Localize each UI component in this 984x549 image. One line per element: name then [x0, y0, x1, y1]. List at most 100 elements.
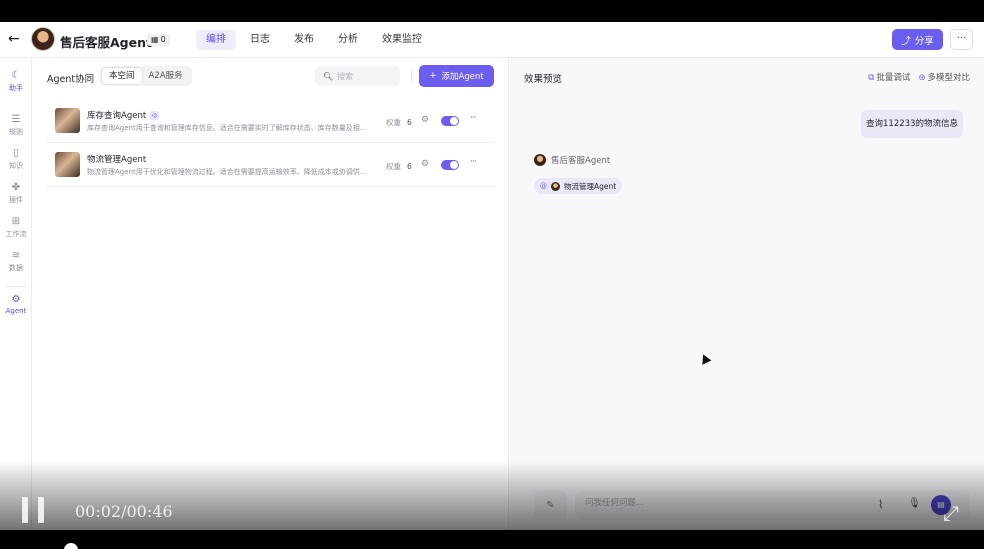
agent-row[interactable]: 库存查询Agent ◎ 库存查询Agent用于查询和管理库存信息。适合在需要实时…	[47, 100, 495, 143]
agent-description: 库存查询Agent用于查询和管理库存信息。适合在需要实时了解库存状态、库存数量及…	[87, 124, 367, 132]
rail-item-knowledge[interactable]: ▯ 知识	[0, 148, 32, 171]
bot-header: 售后客服Agent	[534, 154, 610, 166]
plus-icon: +	[429, 71, 437, 81]
share-label: 分享	[914, 35, 934, 47]
bot-avatar	[534, 154, 546, 166]
agent-weight: 权重 6	[386, 161, 412, 172]
batch-debug-link[interactable]: ⧉ 批量调试	[868, 71, 910, 83]
agent-weight: 权重 6	[386, 117, 412, 128]
grid-icon: ▦	[151, 35, 159, 44]
clear-chat-button[interactable]: ✎	[534, 490, 567, 520]
weight-label: 权重	[386, 118, 401, 127]
rail-label: 规则	[9, 128, 23, 136]
at-icon: @	[540, 182, 547, 190]
batch-icon: ⧉	[868, 73, 875, 83]
add-agent-label: 添加Agent	[441, 72, 484, 82]
scrubber-handle[interactable]	[64, 543, 78, 549]
rail-item-plugins[interactable]: ✤ 插件	[0, 182, 32, 205]
rail-divider	[6, 286, 26, 287]
agent-name-wrap: 物流管理Agent	[87, 153, 146, 165]
rules-icon: ☰	[11, 114, 21, 125]
panel-title: Agent协同	[47, 74, 95, 85]
share-button[interactable]: ⤴ 分享	[892, 29, 943, 50]
rail-label: 工作流	[5, 230, 27, 238]
agent-description: 物流管理Agent用于优化和管理物流过程。适合在需要提高运输效率、降低成本或协调…	[87, 168, 367, 176]
tab-orchestrate[interactable]: 编排	[196, 30, 236, 50]
left-rail: ☾ 助手 ☰ 规则 ▯ 知识 ✤ 插件 ⊞ 工作流 ≋ 数据 ⚙ Agent	[0, 58, 32, 530]
app-avatar	[31, 27, 55, 51]
attachment-icon[interactable]: ⌇	[878, 498, 883, 511]
mention-label: 物流管理Agent	[564, 181, 617, 191]
multi-model-label: 多模型对比	[927, 73, 970, 83]
gear-icon[interactable]: ⚙	[421, 115, 429, 125]
segment-this-space[interactable]: 本空间	[102, 68, 142, 84]
batch-debug-label: 批量调试	[876, 73, 911, 83]
add-agent-button[interactable]: + 添加Agent	[419, 65, 494, 87]
plugin-icon: ✤	[11, 182, 21, 193]
agent-enable-toggle[interactable]	[441, 160, 459, 170]
search-icon: 🔍︎	[323, 71, 334, 81]
chat-input-bar: ✎ ⌇ 🎙︎ ▤	[534, 490, 974, 520]
mention-avatar	[551, 181, 560, 191]
rail-item-agent[interactable]: ⚙ Agent	[0, 294, 32, 315]
more-icon[interactable]: ···	[470, 157, 477, 167]
agent-avatar	[55, 108, 80, 133]
agent-collab-panel: Agent协同 本空间 A2A服务 🔍︎ + 添加Agent 库存查询Agent…	[33, 58, 509, 530]
knowledge-icon: ▯	[13, 148, 19, 159]
agent-search[interactable]: 🔍︎	[315, 66, 400, 86]
back-arrow-icon[interactable]: ←	[8, 32, 22, 46]
agent-mention-chip[interactable]: @ 物流管理Agent	[534, 178, 623, 194]
scope-segmented-control: 本空间 A2A服务	[100, 66, 192, 86]
agent-icon: ⚙	[11, 294, 21, 305]
rail-label: 数据	[9, 264, 23, 272]
player-timecode: 00:02/00:46	[75, 502, 173, 521]
rail-item-rules[interactable]: ☰ 规则	[0, 114, 32, 137]
more-icon[interactable]: ···	[470, 113, 477, 123]
chat-input[interactable]	[585, 498, 865, 508]
agent-type-icon: ◎	[150, 110, 160, 120]
agent-avatar	[55, 152, 80, 177]
agent-name: 库存查询Agent	[87, 111, 147, 121]
agent-enable-toggle[interactable]	[441, 116, 459, 126]
app-title: 售后客服Agent	[60, 35, 152, 50]
plugin-count-badge: ▦ 0	[147, 34, 170, 46]
rail-label: 知识	[9, 162, 23, 170]
multi-model-link[interactable]: ⊛ 多模型对比	[918, 71, 970, 83]
database-icon: ≋	[11, 250, 21, 261]
assistant-icon: ☾	[11, 70, 21, 81]
share-icon: ⤴	[901, 35, 911, 47]
user-message: 查询112233的物流信息	[861, 110, 963, 138]
tab-analytics[interactable]: 分析	[328, 30, 368, 50]
fullscreen-icon[interactable]: ⤢	[938, 500, 964, 526]
weight-label: 权重	[386, 162, 401, 171]
tab-logs[interactable]: 日志	[240, 30, 280, 50]
badge-count: 0	[160, 35, 166, 44]
rail-item-data[interactable]: ≋ 数据	[0, 250, 32, 273]
microphone-icon[interactable]: 🎙︎	[908, 498, 921, 509]
rail-label: 助手	[9, 84, 23, 92]
tab-publish[interactable]: 发布	[284, 30, 324, 50]
broom-icon: ✎	[546, 499, 555, 511]
preview-title: 效果预览	[524, 74, 563, 85]
rail-item-assistant[interactable]: ☾ 助手	[0, 70, 32, 93]
workflow-icon: ⊞	[11, 216, 21, 227]
more-button[interactable]: ···	[950, 29, 973, 50]
gear-icon[interactable]: ⚙	[421, 159, 429, 169]
rail-label: 插件	[9, 196, 23, 204]
app-window: ← 售后客服Agent ▦ 0 编排 日志 发布 分析 效果监控 ⤴ 分享 ··…	[0, 22, 984, 530]
preview-actions: ⧉ 批量调试 ⊛ 多模型对比	[868, 71, 970, 83]
search-input[interactable]	[337, 71, 398, 81]
weight-value: 6	[407, 162, 412, 171]
compare-icon: ⊛	[918, 73, 926, 83]
header-tabs: 编排 日志 发布 分析 效果监控	[196, 30, 432, 50]
segment-a2a-service[interactable]: A2A服务	[142, 68, 190, 84]
chat-input-box[interactable]: ⌇ 🎙︎ ▤	[575, 490, 970, 520]
agent-row[interactable]: 物流管理Agent 物流管理Agent用于优化和管理物流过程。适合在需要提高运输…	[47, 144, 495, 187]
top-header: ← 售后客服Agent ▦ 0 编排 日志 发布 分析 效果监控 ⤴ 分享 ··…	[0, 22, 984, 58]
toolbar-divider	[411, 70, 412, 82]
rail-item-workflow[interactable]: ⊞ 工作流	[0, 216, 32, 239]
rail-label: Agent	[5, 307, 27, 315]
tab-monitoring[interactable]: 效果监控	[372, 30, 432, 50]
preview-panel: 效果预览 ⧉ 批量调试 ⊛ 多模型对比 查询112233的物流信息 售后客服Agen…	[510, 58, 984, 530]
pause-icon[interactable]	[22, 497, 44, 523]
